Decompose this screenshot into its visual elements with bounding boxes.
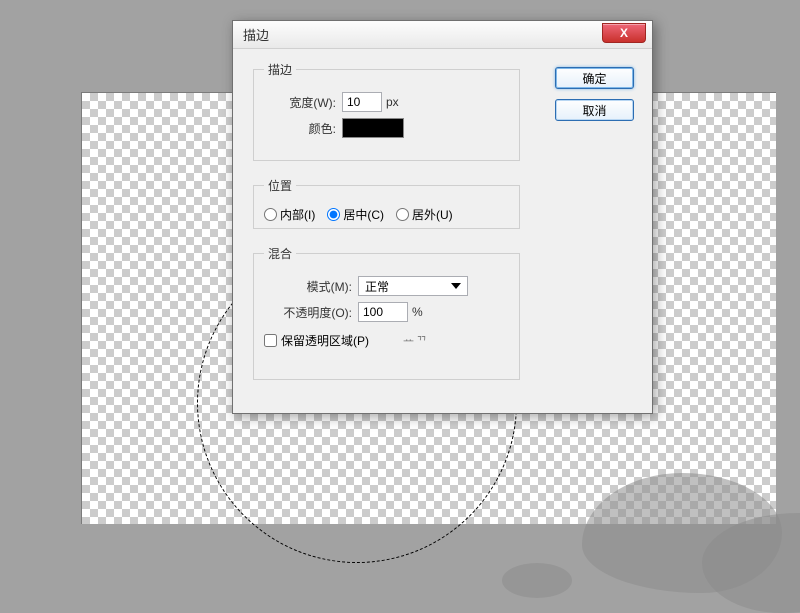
- color-swatch[interactable]: [342, 118, 404, 138]
- radio-inside-input[interactable]: [264, 208, 277, 221]
- chevron-down-icon: [451, 283, 461, 289]
- group-blend-legend: 混合: [264, 245, 296, 262]
- width-input[interactable]: [342, 92, 382, 112]
- radio-outside-input[interactable]: [396, 208, 409, 221]
- group-stroke: 描边 宽度(W): px 颜色:: [253, 61, 520, 161]
- color-label: 颜色:: [264, 120, 336, 137]
- preserve-checkbox[interactable]: [264, 334, 277, 347]
- radio-inside[interactable]: 内部(I): [264, 206, 315, 223]
- preserve-label: 保留透明区域(P): [281, 332, 369, 349]
- opacity-label: 不透明度(O):: [264, 304, 352, 321]
- ok-button[interactable]: 确定: [555, 67, 634, 89]
- canvas-shape: [502, 563, 572, 598]
- width-unit: px: [386, 95, 399, 109]
- dialog-title: 描边: [243, 25, 269, 44]
- radio-outside-label: 居外(U): [412, 206, 453, 223]
- mode-select[interactable]: 正常: [358, 276, 468, 296]
- group-stroke-legend: 描边: [264, 61, 296, 78]
- radio-center[interactable]: 居中(C): [327, 206, 384, 223]
- radio-inside-label: 内部(I): [280, 206, 315, 223]
- close-button[interactable]: X: [602, 23, 646, 43]
- group-position: 位置 内部(I) 居中(C) 居外(U): [253, 177, 520, 229]
- radio-outside[interactable]: 居外(U): [396, 206, 453, 223]
- trailing-text: ᅭᄁ: [403, 332, 429, 349]
- ok-button-label: 确定: [582, 70, 606, 87]
- width-label: 宽度(W):: [264, 94, 336, 111]
- dialog-body: 描边 宽度(W): px 颜色: 位置 内部(I) 居中(C): [233, 49, 652, 413]
- radio-center-input[interactable]: [327, 208, 340, 221]
- cancel-button-label: 取消: [582, 102, 606, 119]
- mode-value: 正常: [365, 278, 389, 295]
- opacity-input[interactable]: [358, 302, 408, 322]
- group-position-legend: 位置: [264, 177, 296, 194]
- radio-center-label: 居中(C): [343, 206, 384, 223]
- opacity-unit: %: [412, 305, 423, 319]
- titlebar[interactable]: 描边 X: [233, 21, 652, 49]
- group-blend: 混合 模式(M): 正常 不透明度(O): % 保留透明区域(P) ᅭᄁ: [253, 245, 520, 380]
- stroke-dialog: 描边 X 描边 宽度(W): px 颜色: 位置 内部(I): [232, 20, 653, 414]
- cancel-button[interactable]: 取消: [555, 99, 634, 121]
- mode-label: 模式(M):: [264, 278, 352, 295]
- close-icon: X: [620, 26, 628, 40]
